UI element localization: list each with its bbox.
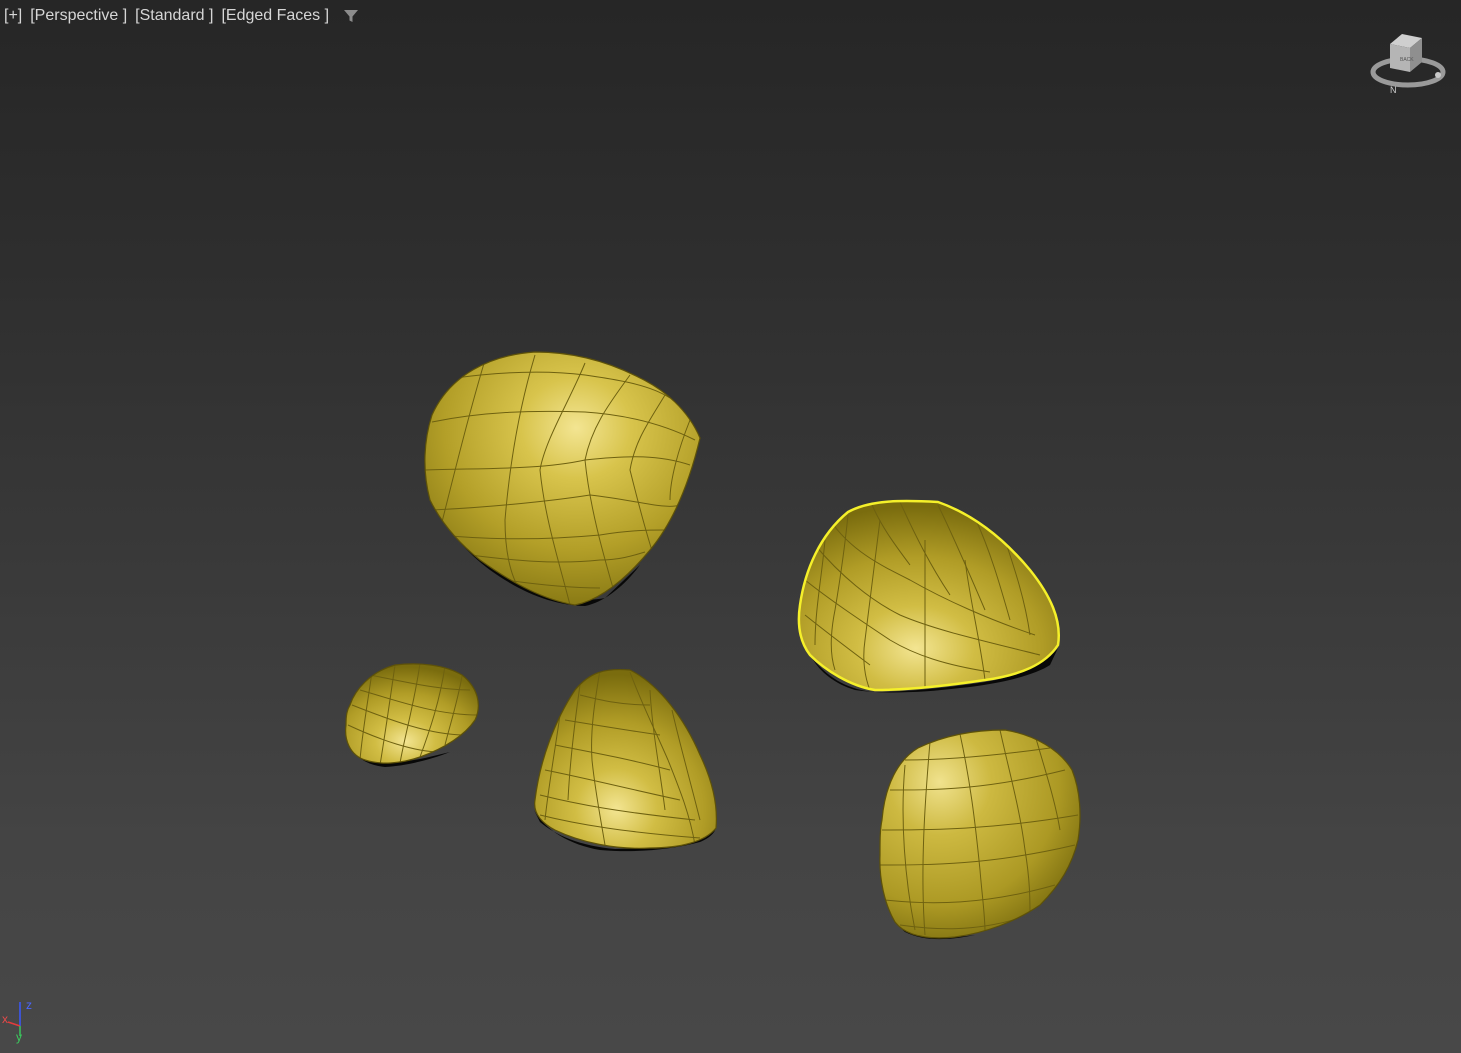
rock-small-left[interactable] xyxy=(345,663,479,767)
scene-canvas[interactable] xyxy=(0,0,1461,1053)
viewcube-navigator[interactable]: BACK N xyxy=(1368,30,1448,98)
rock-flat-selected[interactable] xyxy=(797,499,1060,693)
perspective-viewport[interactable]: [+] [Perspective ] [Standard ] [Edged Fa… xyxy=(0,0,1461,1053)
rock-round-front-right[interactable] xyxy=(879,729,1081,940)
rock-large-back[interactable] xyxy=(424,351,701,606)
rock-tall-center[interactable] xyxy=(534,668,717,852)
axis-y-label: y xyxy=(16,1030,22,1044)
svg-text:BACK: BACK xyxy=(1400,57,1414,63)
axis-tripod: z x y xyxy=(0,994,44,1048)
axis-x-label: x xyxy=(2,1012,8,1026)
compass-north-label: N xyxy=(1390,85,1397,95)
axis-z-label: z xyxy=(26,998,32,1012)
